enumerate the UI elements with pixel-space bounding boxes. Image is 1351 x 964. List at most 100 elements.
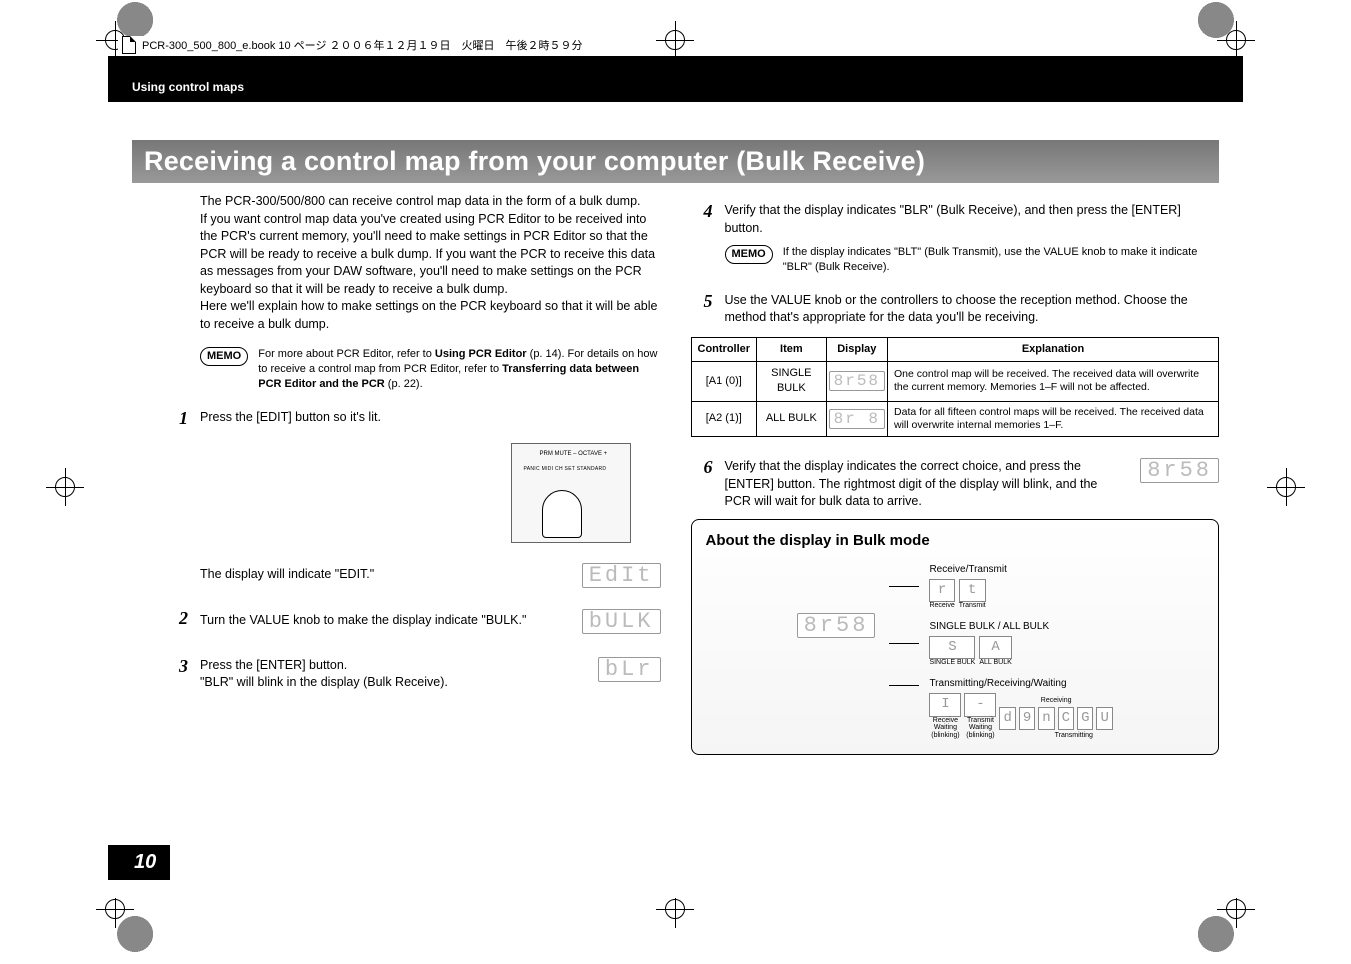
- step-1: 1 Press the [EDIT] button so it's lit.: [166, 406, 661, 431]
- about-r1-label: Receive/Transmit: [929, 563, 1006, 577]
- seg-r: r: [929, 579, 954, 603]
- page-number: 10: [108, 845, 170, 880]
- fig-label-2: PANIC MIDI CH SET STANDARD: [524, 466, 607, 473]
- display-step6: 8r58: [1140, 458, 1219, 483]
- left-column: The PCR-300/500/800 can receive control …: [132, 193, 661, 755]
- seg-a: A: [979, 636, 1011, 660]
- page-title: Receiving a control map from your comput…: [132, 140, 1219, 183]
- seg-d: d: [999, 707, 1015, 731]
- header-filename: PCR-300_500_800_e.book 10 ページ ２００６年１２月１９…: [142, 37, 583, 53]
- crop-mark: [665, 30, 685, 50]
- cell-explanation: Data for all fifteen control maps will b…: [888, 401, 1219, 436]
- memo-badge: MEMO: [200, 347, 248, 366]
- step-4: 4 Verify that the display indicates "BLR…: [691, 199, 1220, 237]
- lbl-receiving: Receiving: [1041, 697, 1072, 705]
- step-2: 2 Turn the VALUE knob to make the displa…: [166, 606, 661, 634]
- step-2-text: Turn the VALUE knob to make the display …: [200, 612, 526, 630]
- step-number: 3: [166, 654, 188, 679]
- about-title: About the display in Bulk mode: [706, 530, 1205, 551]
- display-about-main: 8r58: [797, 613, 876, 638]
- step-5: 5 Use the VALUE knob or the controllers …: [691, 289, 1220, 327]
- step-4-text: Verify that the display indicates "BLR" …: [725, 199, 1220, 237]
- memo-text: If the display indicates "BLT" (Bulk Tra…: [783, 245, 1219, 275]
- section-header-bar: Using control maps: [108, 56, 1243, 102]
- table-header-row: Controller Item Display Explanation: [691, 337, 1219, 361]
- reception-method-table: Controller Item Display Explanation [A1 …: [691, 337, 1220, 437]
- cell-item: SINGLE BULK: [757, 362, 827, 402]
- lbl-all: ALL BULK: [979, 659, 1011, 667]
- display-blr: bLr: [598, 657, 661, 682]
- crop-mark: [55, 477, 75, 497]
- page-icon: [122, 36, 136, 54]
- seg-dash: -: [964, 693, 996, 717]
- intro-p1: The PCR-300/500/800 can receive control …: [200, 193, 661, 211]
- step-number: 6: [691, 455, 713, 480]
- seg-c: C: [1058, 707, 1074, 731]
- lbl-transmitting: Transmitting: [1055, 732, 1093, 740]
- crop-mark: [1276, 477, 1296, 497]
- cell-controller: [A2 (1)]: [691, 401, 757, 436]
- step-body: Press the [EDIT] button so it's lit.: [200, 406, 661, 427]
- step-3: 3 Press the [ENTER] button. "BLR" will b…: [166, 654, 661, 692]
- th-item: Item: [757, 337, 827, 361]
- step-1b-text: The display will indicate "EDIT.": [200, 566, 562, 584]
- seg-g: G: [1077, 707, 1093, 731]
- step-3-text2: "BLR" will blink in the display (Bulk Re…: [200, 674, 448, 692]
- cell-item: ALL BULK: [757, 401, 827, 436]
- memo-text: For more about PCR Editor, refer to Usin…: [258, 347, 660, 392]
- document-header-info: PCR-300_500_800_e.book 10 ページ ２００６年１２月１９…: [118, 36, 587, 54]
- table-row: [A2 (1)] ALL BULK 8r 8 Data for all fift…: [691, 401, 1219, 436]
- step-number: 1: [166, 406, 188, 431]
- seg-u: U: [1096, 707, 1112, 731]
- crop-mark: [105, 899, 125, 919]
- th-display: Display: [826, 337, 887, 361]
- step-5-text: Use the VALUE knob or the controllers to…: [725, 289, 1220, 327]
- step-number: 5: [691, 289, 713, 314]
- lbl-transmit: Transmit: [959, 602, 986, 610]
- step-number: 4: [691, 199, 713, 224]
- step-3-text1: Press the [ENTER] button.: [200, 657, 448, 675]
- section-header-text: Using control maps: [132, 80, 244, 94]
- lbl-rw: Receive Waiting (blinking): [929, 717, 961, 740]
- crop-mark: [665, 899, 685, 919]
- display-edit: EdIt: [582, 563, 661, 588]
- memo-2: MEMO If the display indicates "BLT" (Bul…: [725, 245, 1220, 275]
- about-row-status: Transmitting/Receiving/Waiting I Receive…: [889, 677, 1112, 740]
- memo-1: MEMO For more about PCR Editor, refer to…: [200, 347, 661, 392]
- intro-block: The PCR-300/500/800 can receive control …: [200, 193, 661, 333]
- memo-badge: MEMO: [725, 245, 773, 264]
- right-column: 4 Verify that the display indicates "BLR…: [691, 193, 1220, 755]
- th-controller: Controller: [691, 337, 757, 361]
- about-row-sa: SINGLE BULK / ALL BULK S SINGLE BULK A A…: [889, 620, 1112, 667]
- crop-mark: [1226, 899, 1246, 919]
- cell-display: 8r58: [826, 362, 887, 402]
- seg-n: n: [1038, 707, 1054, 731]
- step-number: 2: [166, 606, 188, 631]
- table-row: [A1 (0)] SINGLE BULK 8r58 One control ma…: [691, 362, 1219, 402]
- step-1-result: The display will indicate "EDIT." EdIt: [200, 563, 661, 588]
- content-columns: The PCR-300/500/800 can receive control …: [108, 183, 1243, 755]
- lbl-single: SINGLE BULK: [929, 659, 975, 667]
- step-6: 6 Verify that the display indicates the …: [691, 455, 1220, 511]
- about-diagram: 8r58 Receive/Transmit r Receive: [706, 563, 1205, 740]
- cell-explanation: One control map will be received. The re…: [888, 362, 1219, 402]
- about-r2-label: SINGLE BULK / ALL BULK: [929, 620, 1049, 634]
- edit-button-figure: PRM MUTE – OCTAVE + PANIC MIDI CH SET ST…: [511, 443, 631, 543]
- display-bulk: bULK: [582, 609, 661, 634]
- about-row-rt: Receive/Transmit r Receive t Transmit: [889, 563, 1112, 610]
- about-display-box: About the display in Bulk mode 8r58 Rece…: [691, 519, 1220, 755]
- seg-s: S: [929, 636, 975, 660]
- lbl-receive: Receive: [929, 602, 954, 610]
- about-r3-label: Transmitting/Receiving/Waiting: [929, 677, 1112, 691]
- page-frame: Using control maps Receiving a control m…: [108, 56, 1243, 898]
- cell-display: 8r 8: [826, 401, 887, 436]
- step-6-text: Verify that the display indicates the co…: [725, 458, 1127, 511]
- lbl-tw: Transmit Waiting (blinking): [964, 717, 996, 740]
- seg-i: I: [929, 693, 961, 717]
- intro-p3: Here we'll explain how to make settings …: [200, 298, 661, 333]
- th-explanation: Explanation: [888, 337, 1219, 361]
- seg-9: 9: [1019, 707, 1035, 731]
- fig-label-1: PRM MUTE – OCTAVE +: [540, 450, 608, 458]
- intro-p2: If you want control map data you've crea…: [200, 211, 661, 299]
- cell-controller: [A1 (0)]: [691, 362, 757, 402]
